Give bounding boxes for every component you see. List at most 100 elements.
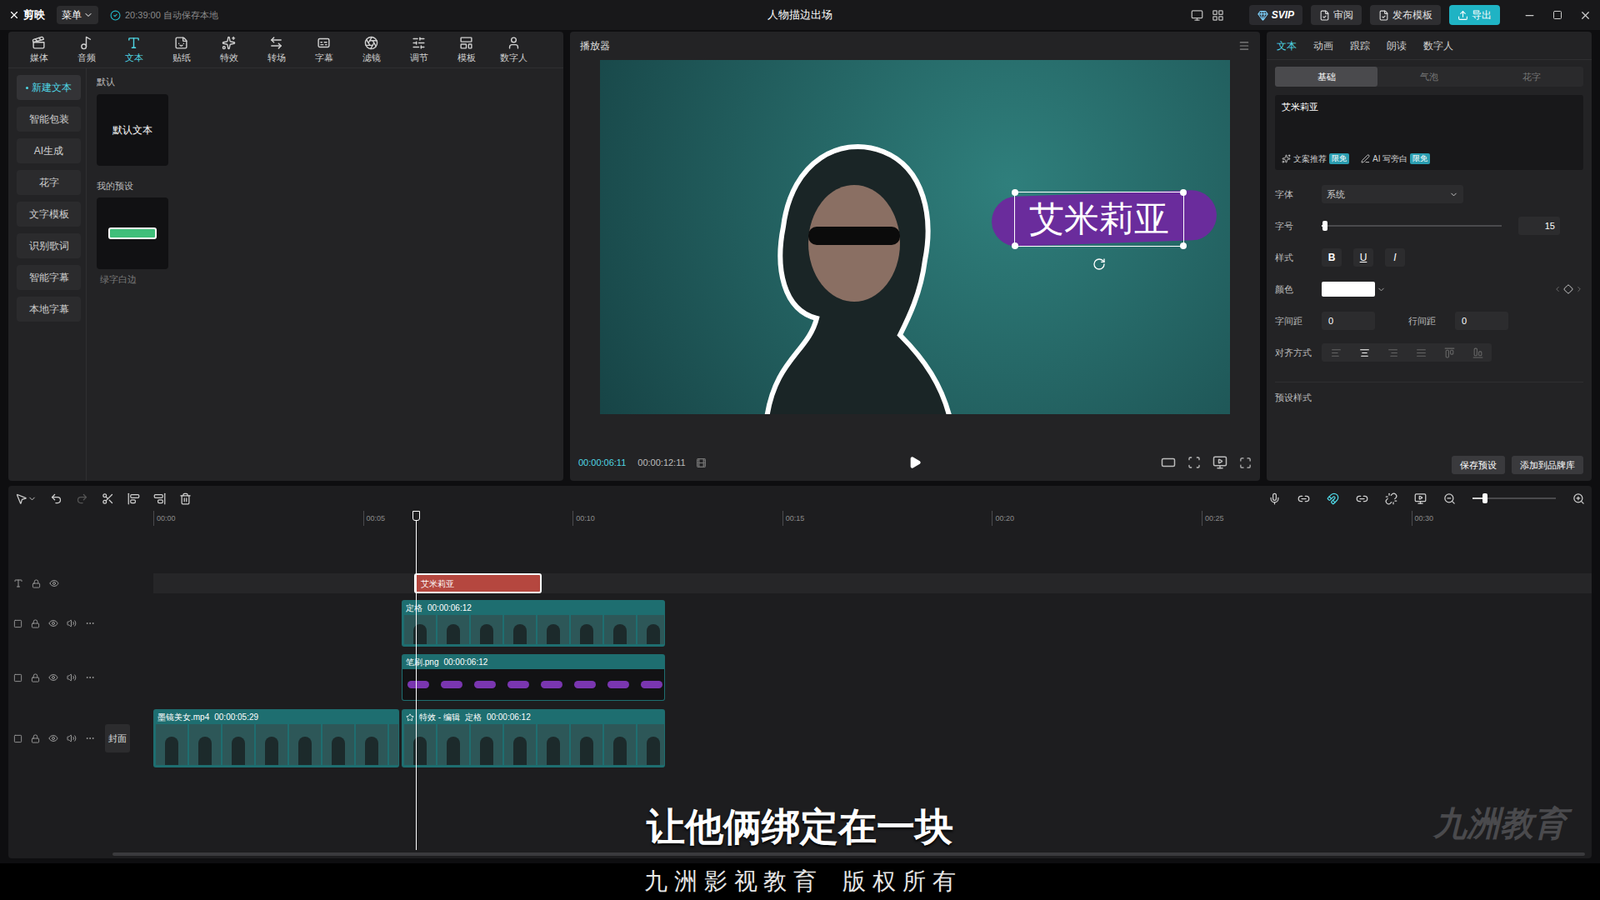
align-option[interactable] xyxy=(1321,343,1350,362)
cover-button[interactable]: 封面 xyxy=(105,724,130,753)
resize-handle[interactable] xyxy=(1180,189,1187,196)
media-clip[interactable]: 笔刷.png00:00:06:12 xyxy=(401,654,665,701)
mic-icon[interactable] xyxy=(1268,492,1281,505)
media-clip[interactable]: 特效 - 编辑定格00:00:06:12 xyxy=(401,709,665,768)
inspector-tab[interactable]: 朗读 xyxy=(1386,38,1407,54)
lock-icon[interactable] xyxy=(30,734,40,744)
default-text-card[interactable]: 默认文本 xyxy=(96,94,169,166)
ai-button[interactable]: 文案推荐限免 xyxy=(1281,152,1350,165)
keyframe-icon[interactable] xyxy=(1563,284,1574,295)
sidebar-item[interactable]: AI生成 xyxy=(16,138,81,164)
category-tab[interactable]: 特效 xyxy=(205,35,253,64)
sidebar-item[interactable]: 识别歌词 xyxy=(16,233,81,259)
unlink-icon[interactable] xyxy=(1385,492,1398,505)
resize-handle[interactable] xyxy=(1011,189,1019,196)
ratio-icon[interactable] xyxy=(1212,455,1228,470)
align-option[interactable] xyxy=(1406,343,1435,362)
more-icon[interactable] xyxy=(85,618,95,629)
top-action-button[interactable]: 审阅 xyxy=(1310,5,1362,25)
preset-card[interactable] xyxy=(96,197,169,270)
volume-icon[interactable] xyxy=(66,618,77,629)
select-tool-icon[interactable] xyxy=(15,492,28,505)
category-tab[interactable]: 媒体 xyxy=(15,35,63,64)
prev-keyframe-icon[interactable] xyxy=(1553,285,1562,294)
eye-icon[interactable] xyxy=(49,578,60,589)
category-tab[interactable]: 调节 xyxy=(395,35,443,64)
subtab[interactable]: 基础 xyxy=(1275,66,1378,87)
style-button[interactable]: U xyxy=(1353,248,1374,267)
category-tab[interactable]: 贴纸 xyxy=(157,35,205,64)
font-select[interactable]: 系统 xyxy=(1321,185,1464,204)
more-icon[interactable] xyxy=(85,672,95,683)
text-clip[interactable]: 艾米莉亚 xyxy=(414,573,542,594)
monitor-icon[interactable] xyxy=(1190,9,1204,22)
subtab[interactable]: 气泡 xyxy=(1377,66,1480,87)
menu-button[interactable]: 菜单 xyxy=(56,5,99,25)
category-tab[interactable]: 文本 xyxy=(110,35,158,64)
size-input[interactable]: 15 xyxy=(1518,216,1560,235)
volume-icon[interactable] xyxy=(66,672,77,683)
fullscreen-icon[interactable] xyxy=(1239,456,1252,470)
close-icon[interactable] xyxy=(1579,9,1592,22)
eye-icon[interactable] xyxy=(48,733,59,744)
zoom-out-icon[interactable] xyxy=(1443,492,1456,505)
magnet-icon[interactable] xyxy=(1326,492,1340,505)
maximize-icon[interactable] xyxy=(1552,10,1563,20)
category-tab[interactable]: 数字人 xyxy=(490,35,538,64)
trim-left-icon[interactable] xyxy=(127,492,140,505)
redo-icon[interactable] xyxy=(75,492,89,505)
horizontal-scrollbar[interactable] xyxy=(112,852,1585,856)
playhead[interactable] xyxy=(415,510,417,850)
resize-handle[interactable] xyxy=(1011,242,1019,250)
volume-icon[interactable] xyxy=(66,733,77,744)
trim-right-icon[interactable] xyxy=(153,492,166,505)
scan-icon[interactable] xyxy=(1187,455,1201,470)
inspector-tab[interactable]: 动画 xyxy=(1313,38,1334,54)
media-clip[interactable]: 定格00:00:06:12 xyxy=(401,600,665,647)
rotate-icon[interactable] xyxy=(1092,257,1106,271)
style-button[interactable]: B xyxy=(1321,248,1342,267)
size-slider[interactable] xyxy=(1321,225,1502,227)
chain-icon[interactable] xyxy=(1355,492,1369,505)
sidebar-item[interactable]: 智能字幕 xyxy=(16,265,81,290)
undo-icon[interactable] xyxy=(50,492,63,505)
zoom-in-icon[interactable] xyxy=(1572,492,1585,505)
sidebar-item[interactable]: 花字 xyxy=(16,170,81,195)
chevron-down-icon[interactable] xyxy=(27,494,37,504)
ai-button[interactable]: AI 写旁白限免 xyxy=(1360,152,1430,165)
sidebar-item[interactable]: 文字模板 xyxy=(16,201,81,227)
color-picker[interactable] xyxy=(1321,281,1386,297)
more-icon[interactable] xyxy=(85,733,95,744)
style-button[interactable]: I xyxy=(1385,248,1405,267)
align-option[interactable] xyxy=(1350,343,1379,362)
subtab[interactable]: 花字 xyxy=(1480,66,1584,87)
link-icon[interactable] xyxy=(1297,492,1310,505)
top-action-button[interactable]: SVIP xyxy=(1249,5,1303,25)
inspector-tab[interactable]: 数字人 xyxy=(1423,38,1454,54)
quality-icon[interactable] xyxy=(1160,455,1176,470)
category-tab[interactable]: 转场 xyxy=(252,35,300,64)
next-keyframe-icon[interactable] xyxy=(1575,285,1584,294)
preview-text-box[interactable]: 艾米莉亚 xyxy=(1014,191,1185,247)
sidebar-item[interactable]: 本地字幕 xyxy=(16,296,81,322)
sidebar-item[interactable]: 新建文本 xyxy=(16,75,81,100)
lock-icon[interactable] xyxy=(30,619,40,629)
sidebar-item[interactable]: 智能包装 xyxy=(16,106,81,132)
category-tab[interactable]: 音频 xyxy=(62,35,110,64)
category-tab[interactable]: 滤镜 xyxy=(347,35,395,64)
media-clip[interactable]: 墨镜美女.mp400:00:05:29 xyxy=(153,709,400,768)
inspector-tab[interactable]: 文本 xyxy=(1276,38,1297,54)
zoom-slider[interactable] xyxy=(1472,497,1556,500)
layout-icon[interactable] xyxy=(1211,9,1225,22)
lock-icon[interactable] xyxy=(30,673,40,683)
category-tab[interactable]: 模板 xyxy=(442,35,490,64)
split-icon[interactable] xyxy=(101,492,115,505)
resize-handle[interactable] xyxy=(1180,242,1187,250)
align-option[interactable] xyxy=(1435,343,1464,362)
top-action-button[interactable]: 导出 xyxy=(1449,5,1500,25)
category-tab[interactable]: 字幕 xyxy=(300,35,348,64)
delete-icon[interactable] xyxy=(179,492,192,505)
align-option[interactable] xyxy=(1378,343,1407,362)
top-action-button[interactable]: 发布模板 xyxy=(1370,5,1441,25)
text-input[interactable]: 艾米莉亚文案推荐限免AI 写旁白限免 xyxy=(1275,95,1584,170)
